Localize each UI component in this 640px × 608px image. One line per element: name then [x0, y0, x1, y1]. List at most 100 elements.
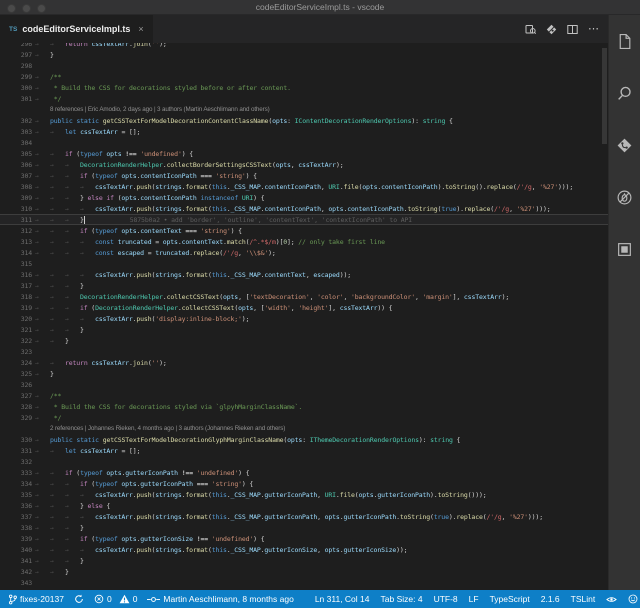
explorer-icon[interactable]	[609, 15, 640, 67]
code-line[interactable]: 337→→→→cssTextArr.push(strings.format(th…	[0, 511, 608, 522]
code-line[interactable]: 323	[0, 346, 608, 357]
line-number[interactable]: 335	[0, 491, 35, 499]
git-branch-indicator[interactable]: fixes-20137	[8, 594, 64, 605]
line-number[interactable]: 321	[0, 326, 35, 334]
code-line[interactable]: 302→public static getCSSTextForModelDeco…	[0, 115, 608, 126]
code-line[interactable]: 313→→→→const truncated = opts.contentTex…	[0, 236, 608, 247]
tab-codeEditorServiceImpl[interactable]: TS codeEditorServiceImpl.ts ×	[0, 15, 153, 43]
extensions-icon[interactable]	[609, 223, 640, 275]
typescript-version[interactable]: 2.1.6	[541, 594, 560, 604]
language-mode[interactable]: TypeScript	[490, 594, 530, 604]
code-line[interactable]: 324→→return cssTextArr.join('');	[0, 357, 608, 368]
close-tab-icon[interactable]: ×	[138, 24, 143, 34]
line-number[interactable]: 342	[0, 568, 35, 576]
code-line[interactable]: 319→→→if (DecorationRenderHelper.collect…	[0, 302, 608, 313]
line-number[interactable]: 331	[0, 447, 35, 455]
line-number[interactable]: 336	[0, 502, 35, 510]
code-line[interactable]: 329→ */	[0, 412, 608, 423]
split-editor-icon[interactable]	[567, 24, 578, 35]
line-number[interactable]: 341	[0, 557, 35, 565]
code-line[interactable]: 321→→→}	[0, 324, 608, 335]
code-line[interactable]: 301→ */	[0, 93, 608, 104]
codelens-annotation[interactable]: 2 references | Johannes Rieken, 4 months…	[0, 423, 608, 434]
line-number[interactable]: 315	[0, 260, 35, 268]
line-number[interactable]: 297	[0, 51, 35, 59]
code-line[interactable]: 316→→→→cssTextArr.push(strings.format(th…	[0, 269, 608, 280]
code-line[interactable]: 327→/**	[0, 390, 608, 401]
eye-icon[interactable]	[606, 595, 617, 604]
line-number[interactable]: 316	[0, 271, 35, 279]
line-number[interactable]: 302	[0, 117, 35, 125]
code-line[interactable]: 298	[0, 60, 608, 71]
line-number[interactable]: 334	[0, 480, 35, 488]
tab-size-indicator[interactable]: Tab Size: 4	[381, 594, 423, 604]
line-number[interactable]: 337	[0, 513, 35, 521]
line-number[interactable]: 340	[0, 546, 35, 554]
search-icon[interactable]	[609, 67, 640, 119]
line-number[interactable]: 298	[0, 62, 35, 70]
open-preview-icon[interactable]	[525, 24, 536, 35]
line-number[interactable]: 307	[0, 172, 35, 180]
code-line[interactable]: 340→→→→cssTextArr.push(strings.format(th…	[0, 544, 608, 555]
code-line[interactable]: 342→→}	[0, 566, 608, 577]
line-number[interactable]: 314	[0, 249, 35, 257]
line-number[interactable]: 296	[0, 43, 35, 48]
code-line[interactable]: 310→→→→cssTextArr.push(strings.format(th…	[0, 203, 608, 214]
line-number[interactable]: 343	[0, 579, 35, 587]
line-number[interactable]: 313	[0, 238, 35, 246]
line-number[interactable]: 329	[0, 414, 35, 422]
tslint-status[interactable]: TSLint	[571, 594, 596, 604]
code-line[interactable]: 335→→→→cssTextArr.push(strings.format(th…	[0, 489, 608, 500]
code-line[interactable]: 339→→→if (typeof opts.gutterIconSize !==…	[0, 533, 608, 544]
line-number[interactable]: 306	[0, 161, 35, 169]
line-number[interactable]: 301	[0, 95, 35, 103]
code-line[interactable]: 307→→→if (typeof opts.contentIconPath ==…	[0, 170, 608, 181]
code-line[interactable]: 315	[0, 258, 608, 269]
line-number[interactable]: 312	[0, 227, 35, 235]
encoding-indicator[interactable]: UTF-8	[434, 594, 458, 604]
code-line[interactable]: 331→→let cssTextArr = [];	[0, 445, 608, 456]
code-line[interactable]: 338→→→}	[0, 522, 608, 533]
code-line[interactable]: 336→→→} else {	[0, 500, 608, 511]
more-actions-icon[interactable]: ⋯	[588, 24, 600, 34]
code-line[interactable]: 330→public static getCSSTextForModelDeco…	[0, 434, 608, 445]
code-line[interactable]: 333→→if (typeof opts.gutterIconPath !== …	[0, 467, 608, 478]
code-line[interactable]: 318→→→DecorationRenderHelper.collectCSST…	[0, 291, 608, 302]
line-number[interactable]: 333	[0, 469, 35, 477]
code-line[interactable]: 300→ * Build the CSS for decorations sty…	[0, 82, 608, 93]
eol-indicator[interactable]: LF	[469, 594, 479, 604]
code-line[interactable]: 303→→let cssTextArr = [];	[0, 126, 608, 137]
line-number[interactable]: 325	[0, 370, 35, 378]
code-line[interactable]: 304	[0, 137, 608, 148]
line-number[interactable]: 318	[0, 293, 35, 301]
code-line[interactable]: 326	[0, 379, 608, 390]
line-number[interactable]: 332	[0, 458, 35, 466]
line-number[interactable]: 308	[0, 183, 35, 191]
codelens-annotation[interactable]: 8 references | Eric Amodio, 2 days ago |…	[0, 104, 608, 115]
line-number[interactable]: 339	[0, 535, 35, 543]
line-number[interactable]: 322	[0, 337, 35, 345]
code-line-current[interactable]: 311→→→}5875b0a2 • add 'border', 'outline…	[0, 214, 608, 225]
code-line[interactable]: 325→}	[0, 368, 608, 379]
code-line[interactable]: 312→→→if (typeof opts.contentText === 's…	[0, 225, 608, 236]
code-line[interactable]: 328→ * Build the CSS for decorations sty…	[0, 401, 608, 412]
line-number[interactable]: 303	[0, 128, 35, 136]
code-line[interactable]: 299→/**	[0, 71, 608, 82]
editor-scrollbar[interactable]	[602, 48, 607, 144]
code-line[interactable]: 309→→→} else if (opts.contentIconPath in…	[0, 192, 608, 203]
source-control-icon[interactable]	[609, 119, 640, 171]
line-number[interactable]: 320	[0, 315, 35, 323]
code-line[interactable]: 297→}	[0, 49, 608, 60]
line-number[interactable]: 310	[0, 205, 35, 213]
code-line[interactable]: 306→→→DecorationRenderHelper.collectBord…	[0, 159, 608, 170]
code-line[interactable]: 332	[0, 456, 608, 467]
code-line[interactable]: 308→→→→cssTextArr.push(strings.format(th…	[0, 181, 608, 192]
line-number[interactable]: 324	[0, 359, 35, 367]
line-number[interactable]: 299	[0, 73, 35, 81]
code-line[interactable]: 305→→if (typeof opts !== 'undefined') {	[0, 148, 608, 159]
code-editor[interactable]: 296→→return cssTextArr.join('');297→}298…	[0, 43, 608, 590]
code-line[interactable]: 343	[0, 577, 608, 588]
line-number[interactable]: 327	[0, 392, 35, 400]
problems-indicator[interactable]: 0 0	[94, 594, 137, 604]
code-line[interactable]: 320→→→→cssTextArr.push('display:inline-b…	[0, 313, 608, 324]
